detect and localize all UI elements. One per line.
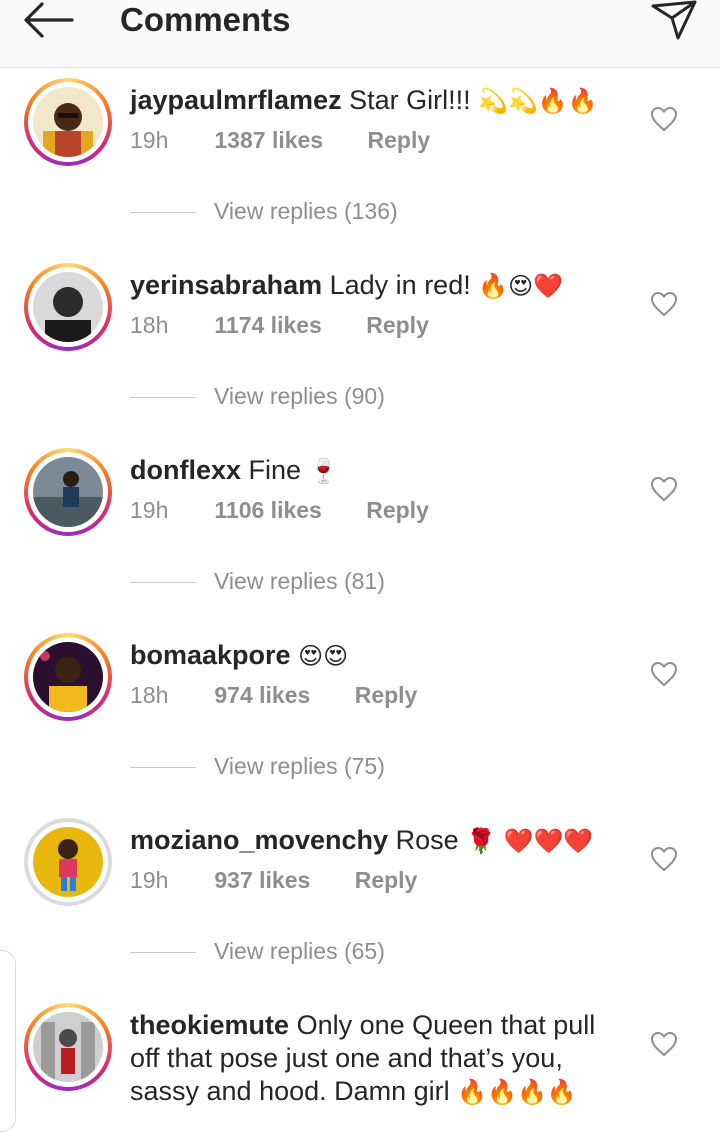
avatar-image — [33, 827, 103, 897]
comment-meta: 18h 974 likes Reply — [130, 682, 417, 709]
replies-divider — [130, 397, 196, 399]
comment-emoji: 🔥🔥🔥🔥 — [457, 1078, 577, 1106]
comment-body: Lady in red! — [329, 270, 471, 300]
comment-body: Fine — [248, 455, 302, 485]
avatar-image — [33, 457, 103, 527]
back-arrow-icon[interactable] — [22, 2, 74, 38]
view-replies-button[interactable]: View replies (90) — [130, 383, 385, 410]
avatar-image — [33, 272, 103, 342]
comment-time: 18h — [130, 312, 169, 338]
replies-divider — [130, 952, 196, 954]
comment-likes[interactable]: 1106 likes — [214, 497, 321, 524]
view-replies-label: View replies (65) — [214, 938, 385, 964]
view-replies-label: View replies (75) — [214, 753, 385, 779]
comment-username[interactable]: theokiemute — [130, 1010, 289, 1040]
view-replies-button[interactable]: View replies (136) — [130, 198, 398, 225]
send-icon[interactable] — [650, 0, 698, 40]
comment-username[interactable]: jaypaulmrflamez — [130, 85, 342, 115]
comment-meta: 19h 1106 likes Reply — [130, 497, 429, 524]
comment-emoji: 🍷 — [308, 457, 339, 485]
comment-emoji: 🌹 ❤️❤️❤️ — [466, 827, 594, 855]
comment-likes[interactable]: 974 likes — [214, 682, 310, 709]
view-replies-button[interactable]: View replies (75) — [130, 753, 385, 780]
comment-body: Star Girl!!! — [349, 85, 471, 115]
comment-time: 19h — [130, 127, 169, 153]
reply-button[interactable]: Reply — [355, 867, 418, 893]
comment-item: moziano_movenchy Rose 🌹 ❤️❤️❤️ 19h 937 l… — [0, 810, 720, 995]
comment-time: 19h — [130, 497, 169, 523]
avatar-image — [33, 87, 103, 157]
comment-body: Rose — [395, 825, 459, 855]
replies-divider — [130, 767, 196, 769]
comment-text: moziano_movenchy Rose 🌹 ❤️❤️❤️ — [130, 824, 620, 858]
comment-meta: 19h 937 likes Reply — [130, 867, 417, 894]
comment-likes[interactable]: 937 likes — [214, 867, 310, 894]
comment-username[interactable]: moziano_movenchy — [130, 825, 388, 855]
heart-outline-icon[interactable] — [650, 476, 678, 502]
comment-text: yerinsabraham Lady in red! 🔥😍❤️ — [130, 269, 620, 303]
comment-meta: 18h 1174 likes Reply — [130, 312, 429, 339]
view-replies-label: View replies (90) — [214, 383, 385, 409]
avatar[interactable] — [24, 78, 112, 166]
avatar[interactable] — [24, 633, 112, 721]
comment-item: jaypaulmrflamez Star Girl!!! 💫💫🔥🔥 19h 13… — [0, 70, 720, 255]
comment-username[interactable]: donflexx — [130, 455, 241, 485]
view-replies-button[interactable]: View replies (81) — [130, 568, 385, 595]
avatar-image — [33, 1012, 103, 1082]
comment-time: 18h — [130, 682, 169, 708]
header-bar: Comments — [0, 0, 720, 68]
replies-divider — [130, 212, 196, 214]
comment-meta: 19h 1387 likes Reply — [130, 127, 430, 154]
comment-text: bomaakpore 😍😍 — [130, 639, 620, 673]
comment-username[interactable]: yerinsabraham — [130, 270, 322, 300]
reply-button[interactable]: Reply — [368, 127, 431, 153]
reply-button[interactable]: Reply — [366, 497, 429, 523]
reply-button[interactable]: Reply — [366, 312, 429, 338]
heart-outline-icon[interactable] — [650, 846, 678, 872]
comment-item: yerinsabraham Lady in red! 🔥😍❤️ 18h 1174… — [0, 255, 720, 440]
comment-emoji: 😍😍 — [298, 642, 349, 670]
comment-text: jaypaulmrflamez Star Girl!!! 💫💫🔥🔥 — [130, 84, 620, 118]
comment-item: theokiemute Only one Queen that pull off… — [0, 995, 720, 1117]
comment-likes[interactable]: 1174 likes — [214, 312, 321, 339]
heart-outline-icon[interactable] — [650, 291, 678, 317]
avatar-image — [33, 642, 103, 712]
avatar[interactable] — [24, 448, 112, 536]
reply-button[interactable]: Reply — [355, 682, 418, 708]
heart-outline-icon[interactable] — [650, 106, 678, 132]
comment-likes[interactable]: 1387 likes — [214, 127, 323, 154]
view-replies-label: View replies (136) — [214, 198, 398, 224]
view-replies-button[interactable]: View replies (65) — [130, 938, 385, 965]
replies-divider — [130, 582, 196, 584]
comment-item: donflexx Fine 🍷 19h 1106 likes Reply Vie… — [0, 440, 720, 625]
avatar[interactable] — [24, 1003, 112, 1091]
comment-text: donflexx Fine 🍷 — [130, 454, 620, 488]
avatar[interactable] — [24, 263, 112, 351]
page-title: Comments — [120, 1, 291, 38]
heart-outline-icon[interactable] — [650, 1031, 678, 1057]
view-replies-label: View replies (81) — [214, 568, 385, 594]
comment-text: theokiemute Only one Queen that pull off… — [130, 1009, 630, 1109]
edge-handle — [0, 950, 16, 1132]
comment-emoji: 💫💫🔥🔥 — [478, 87, 598, 115]
comment-username[interactable]: bomaakpore — [130, 640, 291, 670]
heart-outline-icon[interactable] — [650, 661, 678, 687]
avatar[interactable] — [24, 818, 112, 906]
comment-item: bomaakpore 😍😍 18h 974 likes Reply View r… — [0, 625, 720, 810]
comment-time: 19h — [130, 867, 169, 893]
comment-emoji: 🔥😍❤️ — [478, 272, 564, 300]
